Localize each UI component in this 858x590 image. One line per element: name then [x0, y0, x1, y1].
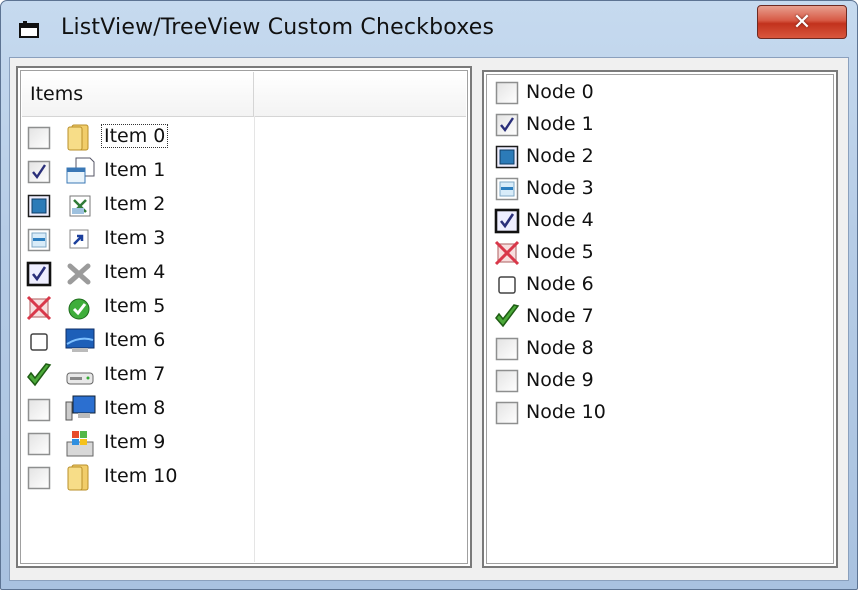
item-checkbox-4[interactable]: [26, 261, 52, 287]
item-checkbox-2[interactable]: [26, 193, 52, 219]
node-checkbox-6[interactable]: [494, 272, 520, 298]
item-label: Item 0: [100, 124, 169, 148]
tree-view[interactable]: Node 0 Node 1 Node 2 Node 3 Node 4 Node 5 Node…: [482, 70, 838, 568]
app-window: ListView/TreeView Custom Checkboxes ✕ It…: [0, 0, 858, 590]
tree-node[interactable]: Node 8: [494, 332, 814, 364]
node-checkbox-8[interactable]: [494, 336, 520, 362]
item-label: Item 5: [104, 295, 166, 317]
windows-program-icon: [66, 431, 94, 457]
window-title: ListView/TreeView Custom Checkboxes: [61, 15, 495, 40]
node-label: Node 9: [526, 369, 594, 391]
item-label: Item 2: [104, 193, 166, 215]
item-checkbox-1[interactable]: [26, 159, 52, 185]
item-label: Item 10: [104, 465, 178, 487]
node-label: Node 6: [526, 273, 594, 295]
node-label: Node 7: [526, 305, 594, 327]
item-checkbox-10[interactable]: [26, 465, 52, 491]
item-checkbox-8[interactable]: [26, 397, 52, 423]
list-item[interactable]: Item 2: [22, 188, 462, 222]
node-checkbox-4[interactable]: [494, 208, 520, 234]
item-label: Item 6: [104, 329, 166, 351]
computer-icon: [65, 395, 96, 421]
column-header-label: Items: [30, 83, 84, 105]
title-bar[interactable]: ListView/TreeView Custom Checkboxes ✕: [1, 1, 857, 57]
list-item[interactable]: Item 1: [22, 154, 462, 188]
column-header-items[interactable]: Items: [22, 72, 254, 116]
item-label: Item 8: [104, 397, 166, 419]
list-item[interactable]: Item 0: [22, 120, 462, 154]
folder-icon: [67, 124, 89, 151]
item-label: Item 1: [104, 159, 166, 181]
close-button[interactable]: ✕: [757, 5, 847, 39]
drive-icon: [66, 372, 94, 385]
node-checkbox-2[interactable]: [494, 144, 520, 170]
node-checkbox-0[interactable]: [494, 80, 520, 106]
list-item[interactable]: Item 10: [22, 460, 462, 494]
item-checkbox-9[interactable]: [26, 431, 52, 457]
tree-node[interactable]: Node 3: [494, 172, 814, 204]
folder-icon: [67, 464, 89, 491]
node-checkbox-9[interactable]: [494, 368, 520, 394]
delete-x-icon: [67, 263, 91, 285]
tree-node[interactable]: Node 1: [494, 108, 814, 140]
node-label: Node 5: [526, 241, 594, 263]
node-checkbox-1[interactable]: [494, 112, 520, 138]
list-item[interactable]: Item 4: [22, 256, 462, 290]
list-item[interactable]: Item 7: [22, 358, 462, 392]
list-item[interactable]: Item 6: [22, 324, 462, 358]
item-checkbox-5[interactable]: [26, 295, 52, 321]
item-label: Item 7: [104, 363, 166, 385]
list-view[interactable]: Items Item 0 Item 1 Item 2 Item 3 Item 4 Item…: [16, 66, 472, 568]
shortcut-icon: [69, 229, 89, 249]
tree-node[interactable]: Node 9: [494, 364, 814, 396]
client-area: Items Item 0 Item 1 Item 2 Item 3 Item 4 Item…: [9, 57, 849, 581]
item-checkbox-0[interactable]: [26, 125, 52, 151]
node-checkbox-3[interactable]: [494, 176, 520, 202]
green-check-icon: [68, 298, 90, 320]
node-label: Node 2: [526, 145, 594, 167]
item-checkbox-3[interactable]: [26, 227, 52, 253]
tree-node[interactable]: Node 5: [494, 236, 814, 268]
tree-node[interactable]: Node 4: [494, 204, 814, 236]
tree-node[interactable]: Node 10: [494, 396, 814, 428]
node-label: Node 1: [526, 113, 594, 135]
monitor-icon: [65, 328, 95, 352]
node-label: Node 3: [526, 177, 594, 199]
list-header: Items: [22, 72, 466, 117]
item-checkbox-7[interactable]: [26, 363, 52, 389]
item-label: Item 3: [104, 227, 166, 249]
item-label: Item 9: [104, 431, 166, 453]
list-item[interactable]: Item 3: [22, 222, 462, 256]
tree-node[interactable]: Node 0: [494, 76, 814, 108]
document-window-icon: [66, 157, 95, 184]
node-checkbox-7[interactable]: [494, 304, 520, 330]
node-label: Node 8: [526, 337, 594, 359]
list-item[interactable]: Item 8: [22, 392, 462, 426]
tree-node[interactable]: Node 2: [494, 140, 814, 172]
tree-node[interactable]: Node 6: [494, 268, 814, 300]
app-window-icon: [19, 21, 39, 38]
item-checkbox-6[interactable]: [26, 329, 52, 355]
tree-node[interactable]: Node 7: [494, 300, 814, 332]
node-label: Node 0: [526, 81, 594, 103]
node-label: Node 4: [526, 209, 594, 231]
node-checkbox-10[interactable]: [494, 400, 520, 426]
list-item[interactable]: Item 9: [22, 426, 462, 460]
node-label: Node 10: [526, 401, 606, 423]
excel-doc-icon: [69, 195, 91, 217]
node-checkbox-5[interactable]: [494, 240, 520, 266]
list-item[interactable]: Item 5: [22, 290, 462, 324]
item-label: Item 4: [104, 261, 166, 283]
